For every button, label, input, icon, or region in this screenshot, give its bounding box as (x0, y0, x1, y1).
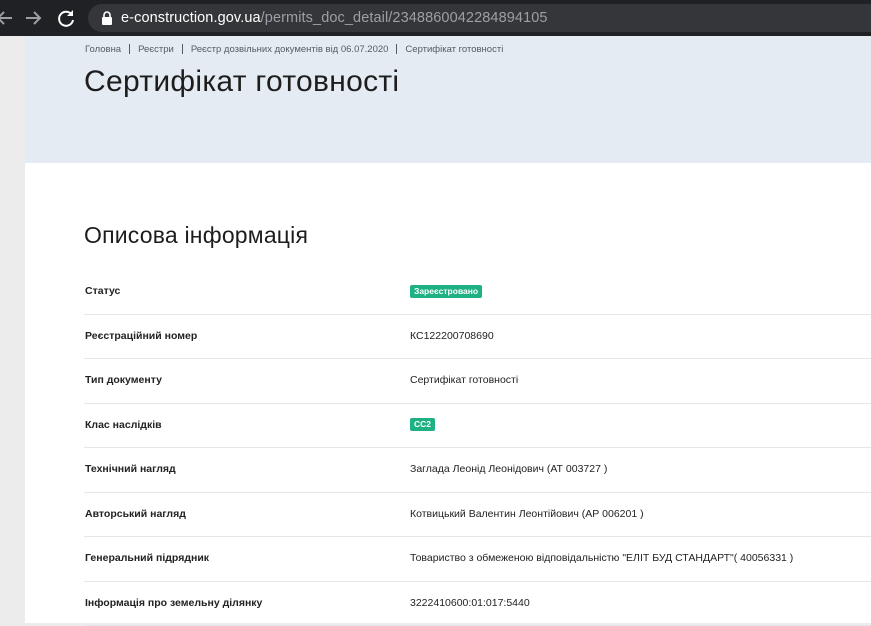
breadcrumb-separator (129, 44, 130, 54)
url-host: e-construction.gov.ua (121, 10, 261, 26)
breadcrumb-current: Сертифікат готовності (405, 44, 503, 55)
breadcrumb-registry-link[interactable]: Реєстр дозвільних документів від 06.07.2… (191, 44, 389, 55)
breadcrumb-registries-link[interactable]: Реєстри (138, 44, 174, 55)
info-label: Реєстраційний номер (85, 315, 197, 359)
address-bar[interactable]: e-construction.gov.ua/permits_doc_detail… (88, 4, 871, 32)
info-row-technical-supervision: Технічний нагляд Заглада Леонід Леонідов… (84, 448, 871, 493)
forward-arrow-icon[interactable] (22, 7, 44, 29)
info-value: Заглада Леонід Леонідович (АТ 003727 ) (410, 448, 607, 492)
page-content: Головна Реєстри Реєстр дозвільних документ… (25, 36, 871, 623)
section-title: Описова інформація (84, 222, 308, 249)
lock-icon (100, 11, 114, 25)
back-arrow-icon[interactable] (0, 7, 16, 29)
breadcrumb-home-link[interactable]: Головна (85, 44, 121, 55)
info-label: Інформація про земельну ділянку (85, 582, 262, 626)
info-row-land-plot: Інформація про земельну ділянку 32224106… (84, 582, 871, 626)
info-row-status: Статус Зареєстровано (84, 270, 871, 315)
info-row-reg-number: Реєстраційний номер КС122200708690 (84, 315, 871, 360)
page-header: Головна Реєстри Реєстр дозвільних документ… (25, 36, 871, 163)
info-table: Статус Зареєстровано Реєстраційний номер… (84, 270, 871, 626)
url-text[interactable]: e-construction.gov.ua/permits_doc_detail… (121, 4, 548, 32)
status-badge: Зареєстровано (410, 285, 482, 298)
page-title: Сертифікат готовності (84, 65, 399, 99)
info-row-doc-type: Тип документу Сертифікат готовності (84, 359, 871, 404)
info-value: СС2 (410, 404, 435, 448)
info-label: Технічний нагляд (85, 448, 176, 492)
info-value: 3222410600:01:017:5440 (410, 582, 530, 626)
class-badge: СС2 (410, 418, 435, 431)
info-label: Авторський нагляд (85, 493, 186, 537)
browser-toolbar: e-construction.gov.ua/permits_doc_detail… (0, 0, 871, 36)
info-row-general-contractor: Генеральний підрядник Товариство з обмеж… (84, 537, 871, 582)
reload-icon[interactable] (55, 7, 77, 29)
url-path: /permits_doc_detail/2348860042284894105 (261, 10, 548, 26)
breadcrumb: Головна Реєстри Реєстр дозвільних документ… (85, 44, 503, 55)
info-value: Товариство з обмеженою відповідальністю … (410, 537, 793, 581)
info-value: Зареєстровано (410, 270, 482, 314)
breadcrumb-separator (182, 44, 183, 54)
info-label: Статус (85, 270, 120, 314)
info-label: Тип документу (85, 359, 162, 403)
info-row-author-supervision: Авторський нагляд Котвицький Валентин Ле… (84, 493, 871, 538)
info-value: Сертифікат готовності (410, 359, 518, 403)
info-value: КС122200708690 (410, 315, 494, 359)
info-label: Клас наслідків (85, 404, 162, 448)
info-row-consequence-class: Клас наслідків СС2 (84, 404, 871, 449)
breadcrumb-separator (396, 44, 397, 54)
info-value: Котвицький Валентин Леонтійович (АР 0062… (410, 493, 644, 537)
info-label: Генеральний підрядник (85, 537, 209, 581)
